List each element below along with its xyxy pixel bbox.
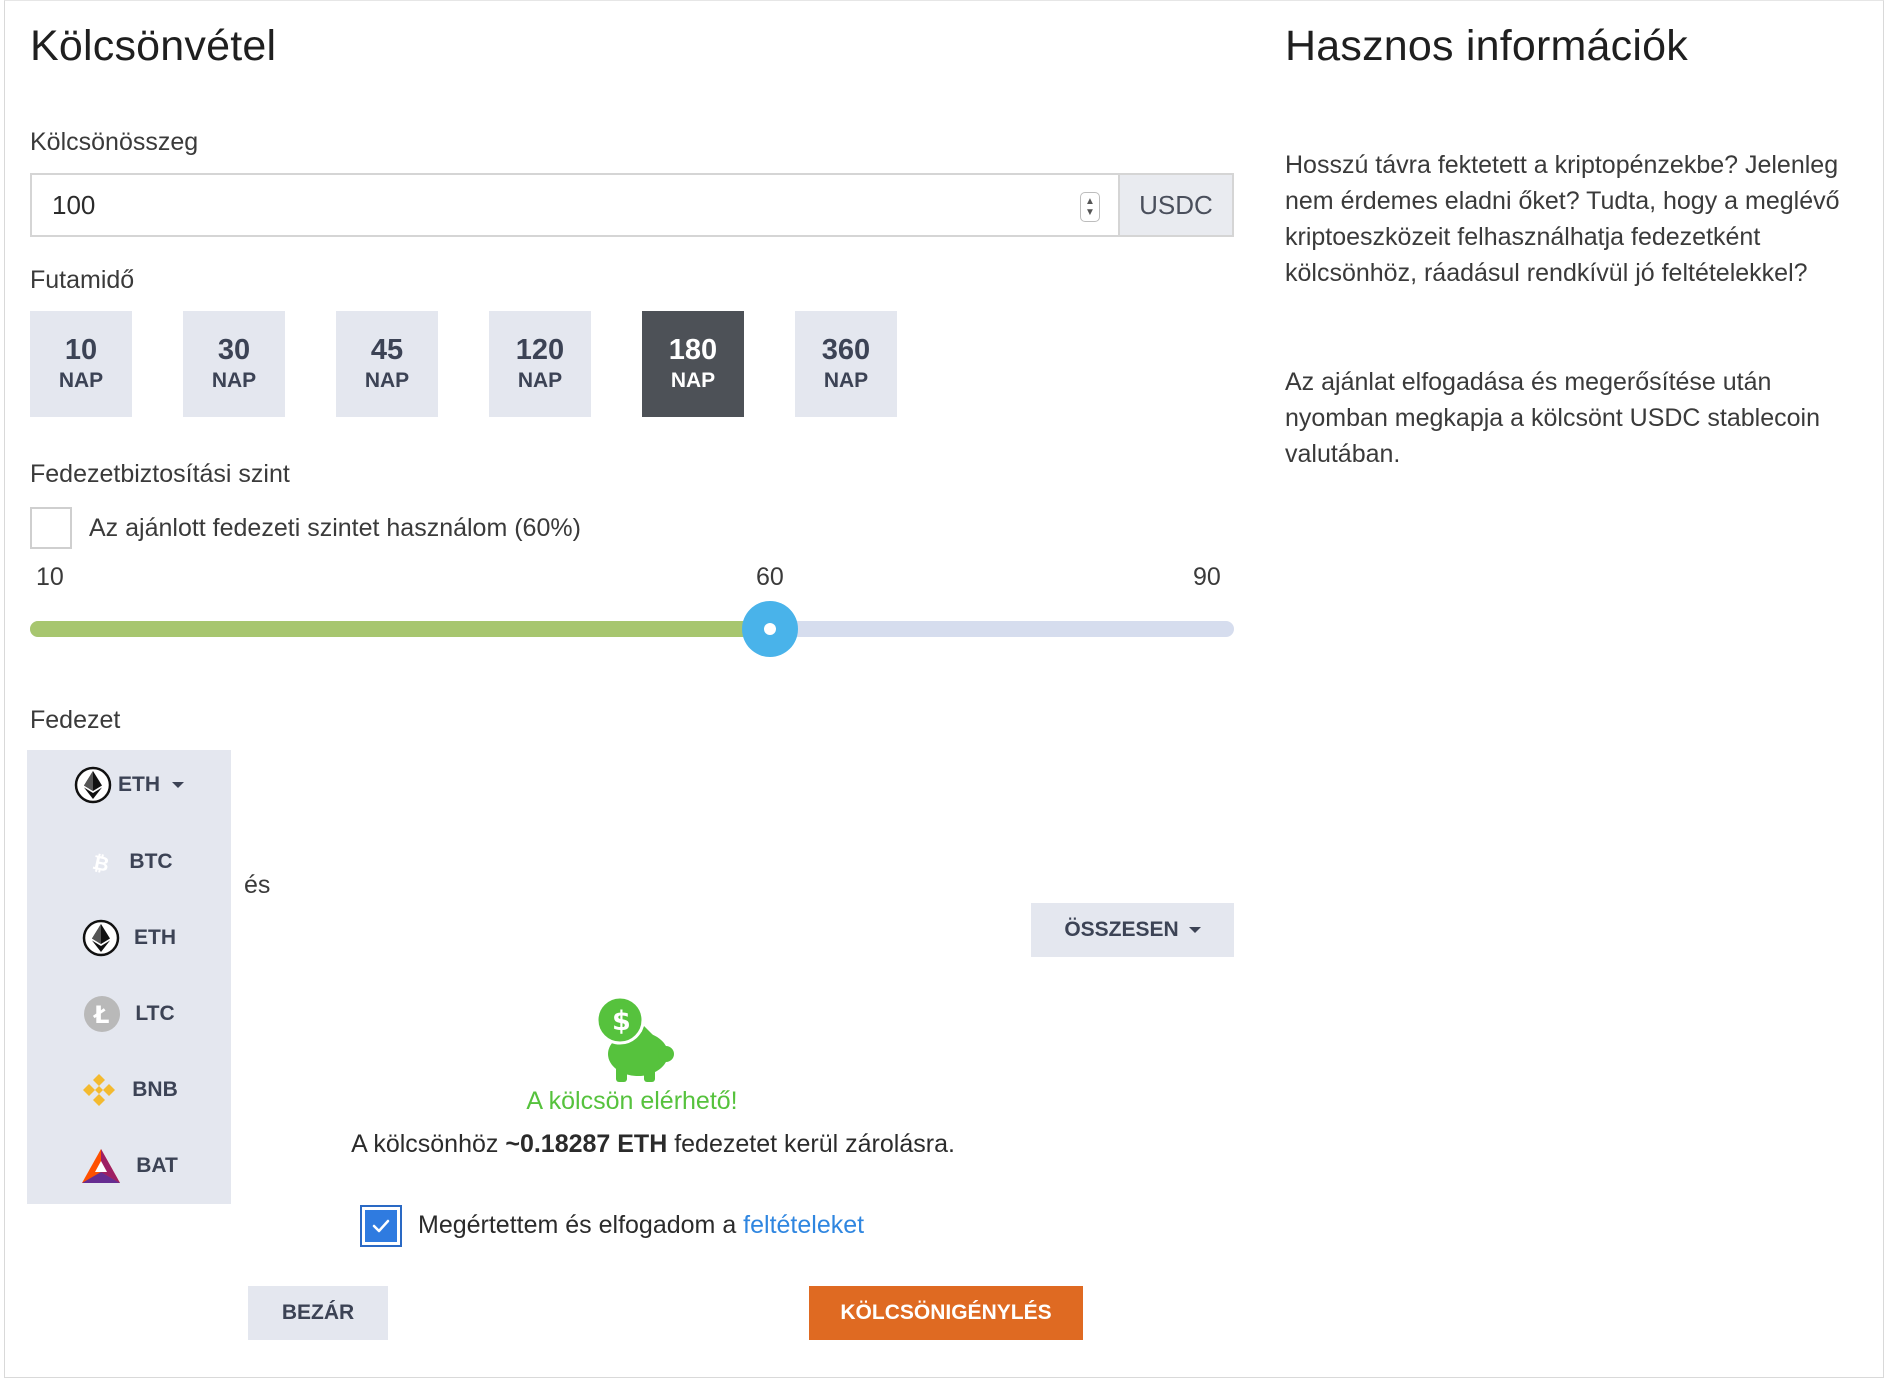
term-unit: NAP (823, 369, 869, 392)
collateral-summary: A kölcsönhöz ~0.18287 ETH fedezetet kerü… (0, 1130, 1306, 1159)
eth-icon (74, 766, 112, 804)
summary-amount: ~0.18287 ETH (505, 1130, 668, 1158)
recommended-ltv-checkbox[interactable] (30, 507, 72, 549)
loan-available-text: A kölcsön elérhető! (526, 1087, 738, 1115)
recommended-ltv-label: Az ajánlott fedezeti szintet használom (… (89, 514, 581, 542)
stepper-down-icon[interactable]: ▼ (1085, 207, 1095, 218)
term-value: 45 (370, 334, 404, 366)
collateral-option-label: ETH (134, 926, 176, 949)
close-button[interactable]: BEZÁR (248, 1286, 388, 1340)
svg-text:$: $ (612, 1006, 631, 1037)
amount-value: 100 (52, 189, 96, 220)
term-value: 180 (668, 334, 718, 366)
loan-title: Kölcsönvétel (30, 22, 277, 70)
amount-label: Kölcsönösszeg (30, 128, 199, 156)
stepper-up-icon[interactable]: ▲ (1085, 196, 1095, 207)
ltv-label: Fedezetbiztosítási szint (30, 460, 290, 488)
accept-terms-checkbox[interactable] (360, 1205, 402, 1247)
ltc-icon: Ł (84, 996, 121, 1032)
slider-min: 10 (36, 563, 64, 591)
term-unit: NAP (670, 369, 716, 392)
chevron-down-icon (1188, 927, 1201, 933)
btc-icon: ₿ (91, 850, 112, 877)
amount-input[interactable]: 100 ▲ ▼ (30, 173, 1120, 237)
slider-value: 60 (756, 563, 784, 591)
svg-text:₿: ₿ (91, 850, 112, 877)
info-title: Hasznos információk (1285, 22, 1688, 70)
collateral-option-label: LTC (135, 1002, 175, 1025)
term-button-120[interactable]: 120 NAP (489, 311, 591, 417)
ltv-slider-fill (30, 621, 771, 637)
term-button-10[interactable]: 10 NAP (30, 311, 132, 417)
collateral-label: Fedezet (30, 706, 121, 734)
term-value: 10 (64, 334, 98, 366)
summary-prefix: A kölcsönhöz (351, 1130, 506, 1158)
slider-handle-dot (764, 623, 777, 635)
info-paragraph-1: Hosszú távra fektetett a kriptopénzekbe?… (1285, 151, 1840, 287)
collateral-dropdown-toggle[interactable]: ETH (27, 750, 231, 820)
accept-terms-label: Megértettem és elfogadom a (418, 1211, 744, 1239)
close-button-label: BEZÁR (281, 1301, 355, 1324)
amount-unit: USDC (1120, 173, 1234, 237)
total-button-label: ÖSSZESEN (1064, 918, 1179, 941)
term-label: Futamidő (30, 266, 135, 294)
submit-loan-button[interactable]: KÖLCSÖNIGÉNYLÉS (809, 1286, 1083, 1340)
collateral-option-eth[interactable]: ETH (27, 900, 231, 976)
hidden-text-fragment: és (244, 871, 271, 899)
submit-button-label: KÖLCSÖNIGÉNYLÉS (840, 1301, 1052, 1324)
collateral-option-ltc[interactable]: Ł LTC (27, 976, 231, 1052)
terms-link[interactable]: feltételeket (743, 1211, 864, 1239)
total-dropdown-button[interactable]: ÖSSZESEN (1031, 903, 1234, 957)
term-unit: NAP (58, 369, 104, 392)
checkmark-icon (372, 1219, 390, 1233)
eth-icon (82, 919, 120, 957)
summary-suffix: fedezetet kerül zárolásra. (667, 1130, 955, 1158)
term-unit: NAP (517, 369, 563, 392)
term-button-30[interactable]: 30 NAP (183, 311, 285, 417)
term-value: 120 (515, 334, 565, 366)
slider-max: 90 (1193, 563, 1221, 591)
selected-collateral: ETH (118, 773, 160, 796)
term-value: 30 (217, 334, 251, 366)
svg-text:Ł: Ł (92, 1001, 109, 1029)
collateral-option-label: BTC (129, 850, 173, 873)
term-unit: NAP (364, 369, 410, 392)
collateral-option-btc[interactable]: ₿ BTC (27, 824, 231, 900)
term-unit: NAP (211, 369, 257, 392)
term-value: 360 (821, 334, 871, 366)
amount-stepper[interactable]: ▲ ▼ (1080, 192, 1100, 222)
term-button-180[interactable]: 180 NAP (642, 311, 744, 417)
chevron-down-icon (172, 782, 184, 788)
piggy-bank-icon: $ (595, 996, 674, 1082)
accept-terms-text: Megértettem és elfogadom a feltételeket (418, 1211, 864, 1240)
term-button-45[interactable]: 45 NAP (336, 311, 438, 417)
info-paragraph-2: Az ajánlat elfogadása és megerősítése ut… (1285, 368, 1820, 468)
term-button-360[interactable]: 360 NAP (795, 311, 897, 417)
